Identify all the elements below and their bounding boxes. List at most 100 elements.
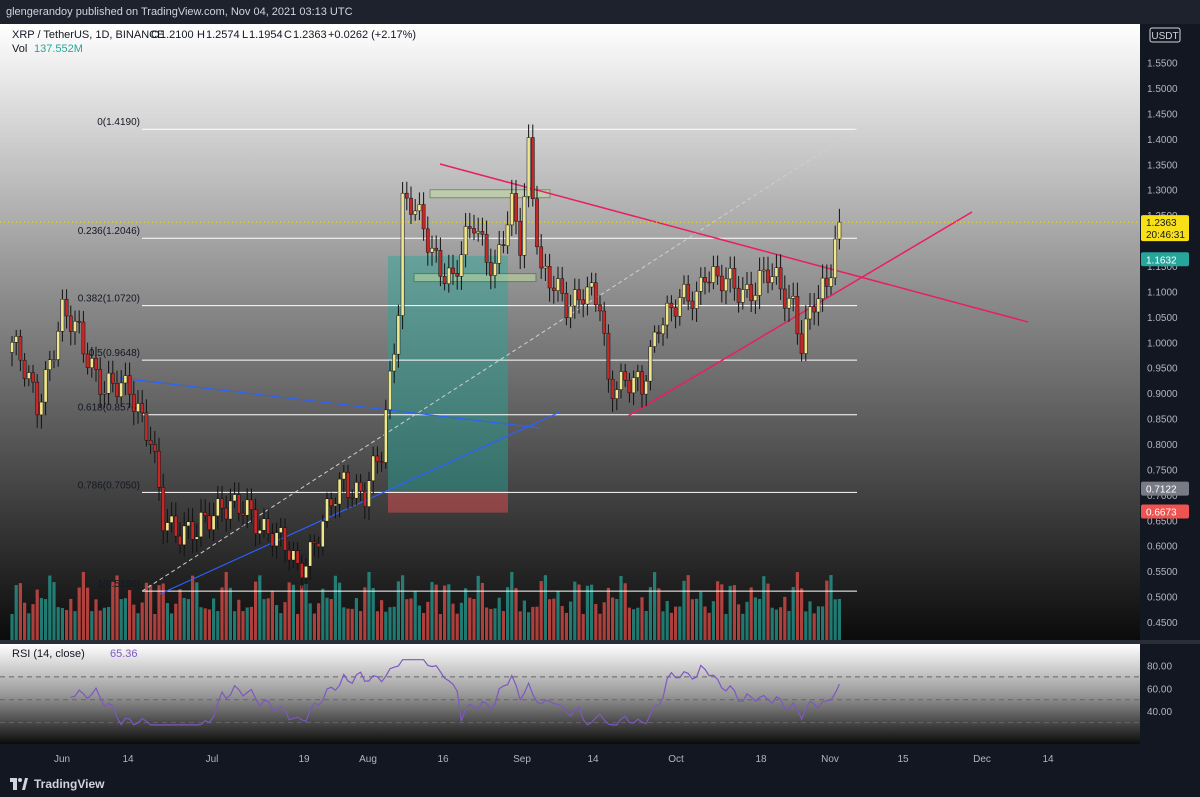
candle-body [337,478,342,505]
time-tick-label: 14 [587,754,599,765]
volume-bar [174,603,178,640]
candle-body [354,482,359,499]
volume-bar [825,580,829,640]
candle-body [304,565,308,579]
candle-body [766,269,770,283]
candle-body [451,267,455,274]
volume-bar [90,611,94,640]
volume-bar [107,606,111,640]
candle-body [564,293,569,318]
candle-body [308,541,313,567]
candle-body [719,275,724,292]
volume-bar [808,601,812,640]
rsi-pane[interactable] [0,644,1140,744]
volume-bar [506,587,510,640]
price-tick-label: 0.5000 [1147,593,1178,604]
candle-body [85,353,90,368]
candle-body [371,455,376,482]
volume-bar [556,591,560,640]
candle-body [707,281,712,284]
volume-bar [308,603,312,640]
fib-level-label: 1(0.5106) [97,579,140,590]
time-tick-label: Aug [359,754,377,765]
candle-body [253,509,258,534]
candle-body [505,224,510,246]
candle-body [694,291,699,309]
volume-bar [375,611,379,640]
volume-bar [447,584,451,640]
volume-bar [73,611,77,640]
volume-bar [611,597,615,640]
candle-body [161,487,166,531]
price-tick-label: 1.0000 [1147,338,1178,349]
fib-level-label: 0(1.4190) [97,117,140,128]
candle-body [60,299,65,332]
stop-zone [388,490,508,513]
volume-bar [707,612,711,640]
volume-bar [56,607,60,640]
volume-bar [283,602,287,640]
price-chart[interactable]: 0(1.4190) 0.236(1.2046) 0.382(1.0720) 0.5(0… [0,24,1200,770]
volume-bar [485,607,489,640]
volume-bar [262,599,266,640]
volume-bar [182,597,186,640]
candle-body [808,306,812,320]
tradingview-logo[interactable]: TradingView [10,777,104,791]
candle-body [698,277,703,292]
footer-bar: TradingView [0,770,1200,797]
price-pane[interactable] [0,24,1140,640]
pane-divider[interactable] [0,640,1200,644]
legend-vol-value: 137.552M [34,43,83,55]
volume-bar [686,575,690,640]
currency-button[interactable]: USDT [1149,27,1181,43]
volume-bar [632,609,636,640]
candle-body [677,297,682,317]
candle-body [312,541,317,544]
candle-body [446,267,451,284]
volume-bar [464,588,468,640]
price-axis: 1.55001.50001.45001.40001.35001.30001.25… [1147,59,1178,629]
candle-body [547,266,552,289]
tradingview-logo-text: TradingView [34,777,105,791]
time-axis-pane[interactable] [0,744,1200,770]
volume-bar [396,581,400,640]
candle-body [89,358,94,368]
price-tick-label: 1.5000 [1147,84,1178,95]
volume-bar [350,608,354,640]
candle-body [593,282,598,306]
candle-body [257,530,262,534]
volume-bar [791,586,795,640]
volume-bar [518,611,522,640]
candle-body [98,369,103,395]
candle-body [131,393,136,412]
volume-bar [472,599,476,640]
volume-bar [111,581,115,640]
candle-body [379,461,384,463]
volume-bar [312,613,316,640]
volume-bar [648,587,652,640]
volume-bar [77,587,81,640]
candle-body [39,401,44,416]
profit-zone [388,255,508,491]
volume-bar [228,587,232,640]
candle-body [215,498,220,517]
candle-body [22,359,27,379]
candle-body [799,333,804,354]
volume-bar [833,599,837,640]
candle-body [824,277,829,287]
volume-bar [249,606,253,640]
candle-body [761,269,766,272]
candle-body [211,515,216,530]
candle-body [577,289,581,301]
price-badge-label: 1.2363 [1146,218,1177,229]
candle-body [375,455,380,462]
candle-body [333,503,338,507]
candle-body [740,289,745,303]
volume-bar [669,612,673,640]
support-box [413,273,537,283]
candle-body [509,193,514,226]
volume-bar [514,588,518,640]
candle-body [438,250,443,277]
candle-body [157,451,161,488]
candle-body [795,296,800,335]
